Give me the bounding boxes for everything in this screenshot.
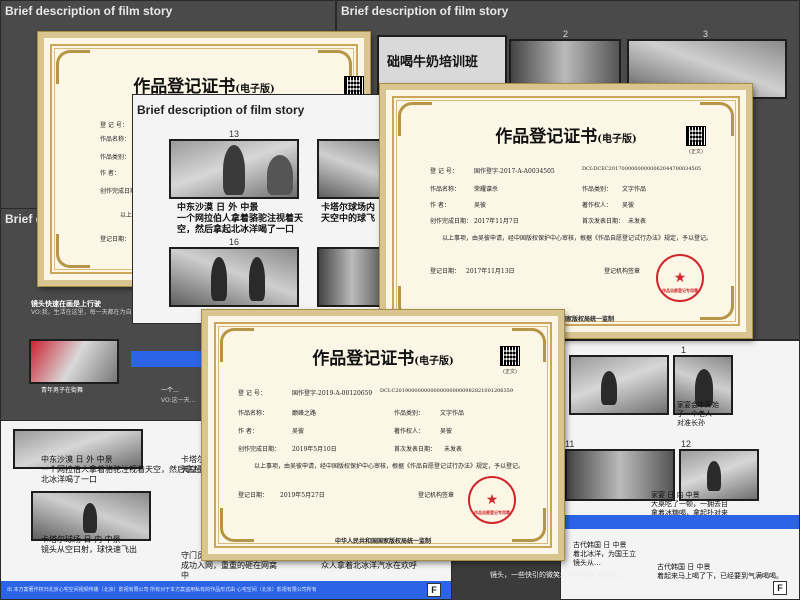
slide-title: Brief description of film story: [341, 4, 509, 18]
slide-footer-text: 出 本方案著作权归北京心宅空间视频传播（北京）影视有限公司 所有对于本方案盗用私…: [7, 587, 317, 593]
storyboard-slide-bottom-right: 1 家宴会中开始 了一个老人 对准长孙 11 12 家宴 日 内 中景 大桌吃了…: [560, 340, 800, 600]
work-type-label: 作品类别：: [100, 154, 131, 161]
reg-date: 2019年5月27日: [280, 492, 325, 499]
author-label: 作 者：: [238, 428, 258, 435]
work-name: 巅峰之路: [292, 410, 317, 417]
author: 吴彼: [292, 428, 305, 435]
seal-text: 作品自愿登记专用章: [474, 510, 510, 515]
slide-footer-bar: [561, 515, 799, 529]
issuer: 中华人民共和国国家版权局统一监制: [334, 538, 431, 545]
studio-logo: F: [773, 581, 787, 595]
frame-caption: 卡塔尔球场内 天空中的球飞: [321, 203, 376, 224]
dci-number: DCI:C20190000000000000000009828210012063…: [380, 388, 514, 394]
storyboard-frame: [317, 247, 385, 307]
frame-number: 13: [229, 129, 240, 139]
frame-number: 1: [681, 345, 687, 355]
frame-caption: 一个…: [161, 387, 180, 394]
slide-footer-bar: 出 本方案著作权归北京心宅空间视频传播（北京）影视有限公司 所有对于本方案盗用私…: [1, 581, 451, 599]
collage: Brief description of film story Brief de…: [0, 0, 800, 600]
work-name: 荣耀谍杀: [474, 186, 499, 193]
copyright-certificate-main: 作品登记证书(电子版) (正文) 登 记 号： 国作登字-2017-A-A003…: [379, 83, 753, 339]
frame-caption: 家宴 日 内 中景 大桌吃了一顿，一拥去目 拿着冰糖喝，拿起扑对来: [651, 491, 728, 517]
published: 未发表: [444, 446, 463, 453]
published-label: 首次发表日期：: [394, 446, 437, 453]
storyboard-frame: [31, 491, 151, 541]
official-seal: ★ 作品自愿登记专用章: [468, 476, 516, 524]
created-date: 2017年11月7日: [474, 218, 519, 225]
created-label: 创作完成日期：: [238, 446, 281, 453]
author-label: 作 者：: [430, 202, 450, 209]
reg-no: 国作登字-2019-A-00120659: [292, 390, 373, 397]
agency-signature-label: 登记机构签章: [418, 492, 455, 499]
official-seal: ★ 作品自愿登记专用章: [656, 254, 704, 302]
storyboard-frame: [169, 139, 299, 199]
frame-number: 16: [229, 237, 240, 247]
published: 未发表: [628, 218, 647, 225]
qr-caption: (正文): [503, 369, 517, 375]
statement: 以上事项，由吴彼申请，经中国版权保护中心审核，根据《作品自愿登记试行办法》规定，…: [254, 463, 525, 470]
qr-code: [500, 346, 520, 366]
statement: 以上事项，由吴彼申请，经中国版权保护中心审核，根据《作品自愿登记试行办法》规定，…: [442, 235, 713, 242]
frame-caption: 中东沙漠 日 外 中景 一个网拉伯人拿着骆驼注视着天空，然后拿起北冰洋喝了一口: [41, 455, 201, 484]
qr-code: [686, 126, 706, 146]
frame-caption: 卡塔尔球场 日 内 中景 镜头从空曰射，球快速飞出: [41, 535, 137, 554]
storyboard-frame: [569, 355, 669, 415]
reg-no-label: 登 记 号：: [100, 122, 128, 129]
work-type: 文字作品: [622, 186, 647, 193]
reg-date: 2017年11月13日: [466, 268, 515, 275]
frame-caption: 镜头，一些快引的微笑北冰洋快速飞驰而过: [490, 571, 623, 579]
owner-label: 著作权人：: [582, 202, 613, 209]
created-date: 2019年5月10日: [292, 446, 337, 453]
dci-number: DCI:DCEC20170000000000062044700034505: [582, 166, 702, 172]
work-type-label: 作品类别：: [394, 410, 425, 417]
agency-signature-label: 登记机构签章: [604, 268, 641, 275]
copyright-certificate-front: 作品登记证书(电子版) (正文) 登 记 号： 国作登字-2019-A-0012…: [201, 309, 565, 561]
qr-caption: (正文): [689, 149, 703, 155]
reg-no: 国作登字-2017-A-A0034505: [474, 168, 555, 175]
qr-code: [344, 76, 364, 96]
reg-date-label: 登记日期：: [238, 492, 269, 499]
storyboard-frame: [29, 339, 119, 384]
owner: 吴彼: [622, 202, 635, 209]
published-label: 首次发表日期：: [582, 218, 625, 225]
frame-number: 2: [563, 29, 569, 39]
storyboard-frame: [169, 247, 299, 307]
slide-title: Brief description of film story: [5, 4, 173, 18]
frame-caption: VO:这一天…: [161, 397, 196, 404]
frame-caption: 古代韩国 日 中景 着起来马上喝了下，已经要到气满喝喝。: [657, 563, 783, 580]
work-type-label: 作品类别：: [582, 186, 613, 193]
work-type: 文字作品: [440, 410, 465, 417]
owner: 吴彼: [440, 428, 453, 435]
work-name-label: 作品名称：: [238, 410, 269, 417]
seal-text: 作品自愿登记专用章: [662, 288, 698, 293]
frame-caption: 青年男子在街舞: [41, 387, 84, 394]
milk-training-banner: 础喝牛奶培训班: [387, 55, 479, 70]
reg-no-label: 登 记 号：: [238, 390, 266, 397]
frame-caption: 中东沙漠 日 外 中景 一个网拉伯人拿着骆驼注视着天空，然后拿起北冰洋喝了一口: [177, 203, 304, 235]
slide-title: Brief description of film story: [137, 103, 305, 117]
work-name-label: 作品名称：: [430, 186, 461, 193]
frame-number: 12: [681, 439, 692, 449]
studio-logo: F: [427, 583, 441, 597]
created-label: 创作完成日期：: [430, 218, 473, 225]
owner-label: 著作权人：: [394, 428, 425, 435]
reg-no-label: 登 记 号：: [430, 168, 458, 175]
frame-caption: 家宴会中开始 了一个老人 对准长孙: [677, 401, 719, 427]
author: 吴彼: [474, 202, 487, 209]
work-name-label: 作品名称：: [100, 136, 131, 143]
frame-number: 3: [703, 29, 709, 39]
author-label: 作 者：: [100, 170, 120, 177]
reg-date-label: 登记日期：: [100, 236, 131, 243]
frame-number: 11: [565, 439, 575, 449]
storyboard-slide-middle: Brief description of film story 13 中东沙漠 …: [132, 94, 386, 324]
storyboard-frame: [317, 139, 385, 199]
reg-date-label: 登记日期：: [430, 268, 461, 275]
